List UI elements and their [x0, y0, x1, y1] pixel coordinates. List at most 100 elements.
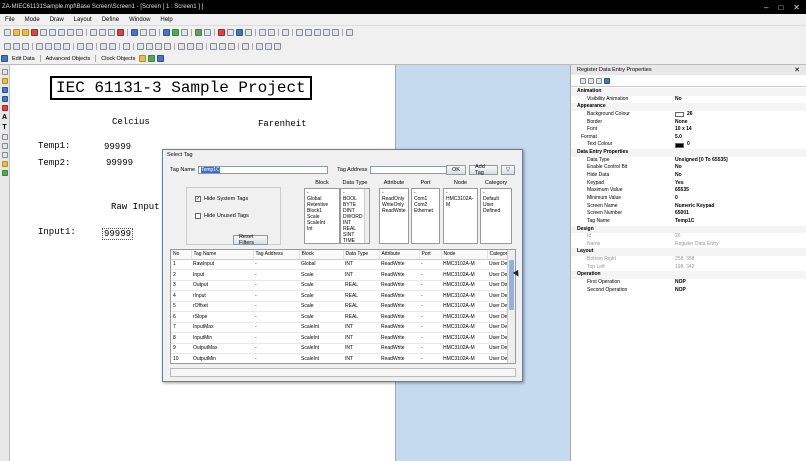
table-row[interactable]: 7 InputMax - ScaleInt INT ReadWrite - HMC3102A-… [171, 322, 515, 333]
property-row[interactable]: Visibility Animation No [571, 96, 806, 104]
screen-icon[interactable] [172, 29, 179, 36]
property-pages-icon[interactable] [596, 77, 602, 84]
close-icon[interactable]: ✕ [793, 3, 800, 12]
property-value[interactable]: 198, 342 [675, 264, 694, 272]
maximize-icon[interactable]: □ [778, 3, 783, 12]
property-row[interactable]: Keypad Yes [571, 180, 806, 188]
filter-button[interactable]: ▽ [501, 165, 515, 175]
property-row[interactable]: Border None [571, 119, 806, 127]
register-tool-icon[interactable]: T [2, 124, 6, 131]
menu-mode[interactable]: Mode [25, 17, 40, 23]
align-right-icon[interactable] [22, 42, 29, 50]
box-icon[interactable] [296, 29, 303, 36]
down-icon[interactable] [63, 42, 70, 50]
blue-icon[interactable] [236, 29, 243, 36]
reset-filters-button[interactable]: Reset Filters [233, 234, 268, 246]
menu-layout[interactable]: Layout [74, 17, 92, 23]
paste-icon[interactable] [58, 29, 65, 36]
celcius-label[interactable]: Celcius [112, 117, 150, 127]
grid-icon[interactable] [140, 29, 147, 36]
property-value[interactable]: NOP [675, 287, 686, 295]
property-row[interactable]: Font 10 x 14 [571, 126, 806, 134]
project-title-text[interactable]: IEC 61131-3 Sample Project [50, 76, 312, 100]
meter-tool-icon[interactable] [1, 152, 8, 158]
property-category[interactable]: Appearance [571, 103, 806, 111]
redo-icon[interactable] [76, 29, 83, 36]
right-icon[interactable] [45, 42, 52, 50]
property-row[interactable]: Bottom Right 258, 358 [571, 256, 806, 264]
send-back-icon[interactable] [86, 42, 93, 50]
column-header-attribute[interactable]: Attribute [379, 250, 420, 260]
tag-name-input[interactable]: Temp1C [198, 166, 329, 174]
alphabetical-icon[interactable] [588, 77, 594, 84]
data-entry-tool-icon[interactable] [1, 134, 8, 140]
filter-scrollbar[interactable] [364, 189, 369, 243]
property-value[interactable]: 258, 358 [675, 256, 694, 264]
property-value[interactable]: 10 x 14 [675, 126, 692, 134]
copy-icon[interactable] [99, 29, 106, 36]
property-row[interactable]: Maximum Value 65535 [571, 187, 806, 195]
property-row[interactable]: Top Left 198, 342 [571, 264, 806, 272]
right-icon[interactable] [268, 29, 275, 36]
left-icon[interactable] [259, 29, 266, 36]
layer-icon[interactable] [137, 42, 144, 50]
farenheit-label[interactable]: Farenheit [258, 119, 307, 129]
input1-data-entry[interactable]: 99999 [102, 228, 134, 240]
property-row[interactable]: Background Colour 26 [571, 111, 806, 119]
red-icon[interactable] [31, 29, 38, 36]
edit-data-icon[interactable] [1, 55, 8, 62]
red-icon[interactable] [218, 29, 225, 36]
temp1-value-display[interactable]: 99999 [104, 142, 131, 152]
property-value[interactable]: 5.0 [675, 134, 682, 142]
property-row[interactable]: Data Type Unsigned [0 To 65535] [571, 157, 806, 165]
column-header-node[interactable]: Node [441, 250, 488, 260]
temp1-label[interactable]: Temp1: [38, 141, 70, 151]
property-row[interactable]: Name Register Data Entry [571, 241, 806, 249]
property-row[interactable]: Screen Number 65001 [571, 210, 806, 218]
space-icon[interactable] [219, 42, 226, 50]
size-icon[interactable] [178, 42, 185, 50]
property-value[interactable]: 65001 [675, 210, 689, 218]
clock-icon[interactable] [139, 55, 147, 62]
column-header-tag-name[interactable]: Tag Name [191, 250, 254, 260]
filter-item[interactable]: ReadWrite [382, 208, 406, 214]
filter-list[interactable]: - Com1 Com2 Ethernet [411, 188, 440, 244]
table-row[interactable]: 3 Output - Scale REAL ReadWrite - HMC3102A-M Use… [171, 280, 515, 291]
filter-item[interactable]: Ethernet [414, 208, 437, 214]
temp2-value-display[interactable]: 99999 [106, 158, 133, 168]
table-row[interactable]: 8 InputMin - ScaleInt INT ReadWrite - HMC3102A-… [171, 332, 515, 344]
pointer-tool-icon[interactable] [1, 69, 8, 75]
size-icon[interactable] [196, 42, 203, 50]
property-row[interactable]: First Operation NOP [571, 279, 806, 287]
up-icon[interactable] [54, 42, 61, 50]
new-icon[interactable] [4, 29, 11, 36]
menu-draw[interactable]: Draw [50, 17, 64, 23]
table-row[interactable]: 10 OutputMin - ScaleInt INT ReadWrite - HMC3102… [171, 353, 515, 363]
table-row[interactable]: 1 RawInput - Global INT ReadWrite - HMC3102A-M U… [171, 259, 515, 270]
property-row[interactable]: Second Operation NOP [571, 287, 806, 295]
property-value[interactable]: 65535 [675, 187, 689, 195]
space-icon[interactable] [228, 42, 235, 50]
grid-icon[interactable] [274, 42, 281, 50]
property-row[interactable]: Hide Data No [571, 172, 806, 180]
tag-table[interactable]: No Tag Name Tag Address Block Data Type Attri… [170, 249, 516, 364]
input1-label[interactable]: Input1: [38, 227, 76, 237]
property-value[interactable]: Temp1C [675, 218, 694, 226]
hide-unused-tags-checkbox[interactable] [195, 213, 201, 219]
edit-data-menu[interactable]: Edit Data [12, 56, 35, 62]
copy-icon[interactable] [245, 29, 252, 36]
table-row[interactable]: 5 rOffset - Scale REAL ReadWrite - HMC3102A-M Us… [171, 301, 515, 312]
property-value[interactable]: Unsigned [0 To 65535] [675, 157, 728, 165]
events-icon[interactable] [604, 77, 610, 84]
menu-window[interactable]: Window [129, 17, 150, 23]
graph-tool-icon[interactable] [1, 170, 8, 176]
download-icon[interactable] [195, 29, 202, 36]
property-value[interactable]: 26 [675, 233, 681, 241]
switch-tool-icon[interactable] [1, 105, 8, 111]
filter-list[interactable]: - ReadOnly WriteOnly ReadWrite [379, 188, 409, 244]
delete-icon[interactable] [117, 29, 124, 36]
alarm-tool-icon[interactable] [1, 161, 8, 167]
table-row[interactable]: 6 rSlope - Scale REAL ReadWrite - HMC3102A-M Use… [171, 311, 515, 323]
grid-icon[interactable] [256, 42, 263, 50]
screen-icon[interactable] [148, 55, 156, 62]
